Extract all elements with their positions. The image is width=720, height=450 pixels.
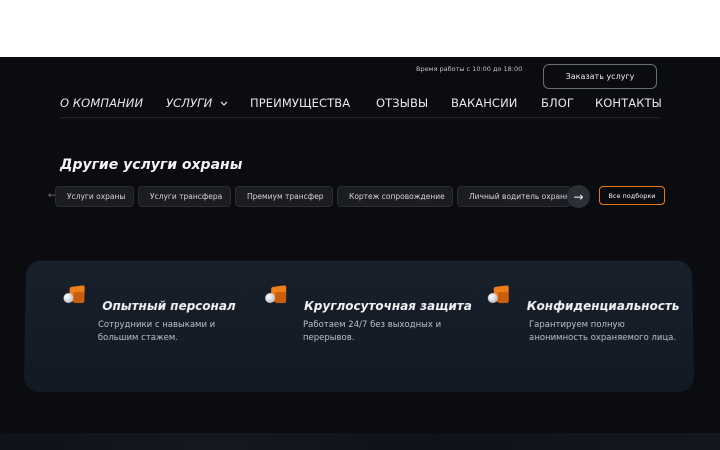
working-hours: Время работы с 10:00 до 18:00 xyxy=(416,65,523,73)
scroll-right-button[interactable]: → xyxy=(567,185,590,208)
top-white-bar xyxy=(0,0,720,57)
nav-item-vacancies[interactable]: ВАКАНСИИ xyxy=(451,96,517,110)
page: Время работы с 10:00 до 18:00 Заказать у… xyxy=(0,57,720,450)
section-title: Другие услуги охраны xyxy=(60,157,243,173)
nav-item-reviews[interactable]: ОТЗЫВЫ xyxy=(376,96,428,110)
feature-title: Круглосуточная защита xyxy=(304,299,472,314)
feature-description-line: Гарантируем полную xyxy=(528,320,625,330)
nav-item-advantages[interactable]: ПРЕИМУЩЕСТВА xyxy=(250,96,350,110)
next-section-preview xyxy=(0,433,720,450)
nav-item-about[interactable]: О КОМПАНИИ xyxy=(60,96,143,110)
chip-personal-driver[interactable]: Личный водитель охранник xyxy=(457,186,571,207)
feature-description: Работаем 24/7 без выходных и перерывов. xyxy=(303,319,473,345)
chip-transfer-services[interactable]: Услуги трансфера xyxy=(138,186,231,207)
feature-description-line: анонимность охраняемого лица. xyxy=(529,332,677,344)
feature-title: Конфиденциальность xyxy=(526,299,680,314)
feature-description: Сотрудники с навыками и большим стажем. xyxy=(98,319,248,345)
order-service-button[interactable]: Заказать услугу xyxy=(543,64,657,89)
chip-premium-transfer[interactable]: Премиум трансфер xyxy=(235,186,333,207)
chip-motorcade[interactable]: Кортеж сопровождение xyxy=(337,186,453,207)
nav-item-contacts[interactable]: КОНТАКТЫ xyxy=(595,96,662,110)
all-collections-button[interactable]: Все подборки xyxy=(599,186,665,205)
main-nav: О КОМПАНИИ УСЛУГИ ПРЕИМУЩЕСТВА ОТЗЫВЫ ВА… xyxy=(60,96,664,110)
feature-title: Опытный персонал xyxy=(102,299,236,314)
features-card: Опытный персонал Сотрудники с навыками и… xyxy=(23,260,695,393)
nav-item-services[interactable]: УСЛУГИ xyxy=(166,96,228,110)
cube-icon xyxy=(63,285,85,308)
feature-description-line: Сотрудники с навыками и xyxy=(97,320,216,330)
nav-item-blog[interactable]: БЛОГ xyxy=(541,96,574,110)
nav-divider xyxy=(60,117,660,118)
chip-security-services[interactable]: Услуги охраны xyxy=(55,186,134,207)
feature-description-line: перерывов. xyxy=(302,332,355,344)
nav-item-services-label: УСЛУГИ xyxy=(166,96,213,110)
feature-description-line: большим стажем. xyxy=(97,332,179,344)
cube-icon xyxy=(265,285,287,308)
feature-description-line: Работаем 24/7 без выходных и xyxy=(302,320,442,330)
cube-icon xyxy=(487,285,510,308)
feature-description: Гарантируем полную анонимность охраняемо… xyxy=(529,319,699,345)
chevron-down-icon xyxy=(220,101,228,106)
arrow-right-icon: → xyxy=(573,189,584,204)
